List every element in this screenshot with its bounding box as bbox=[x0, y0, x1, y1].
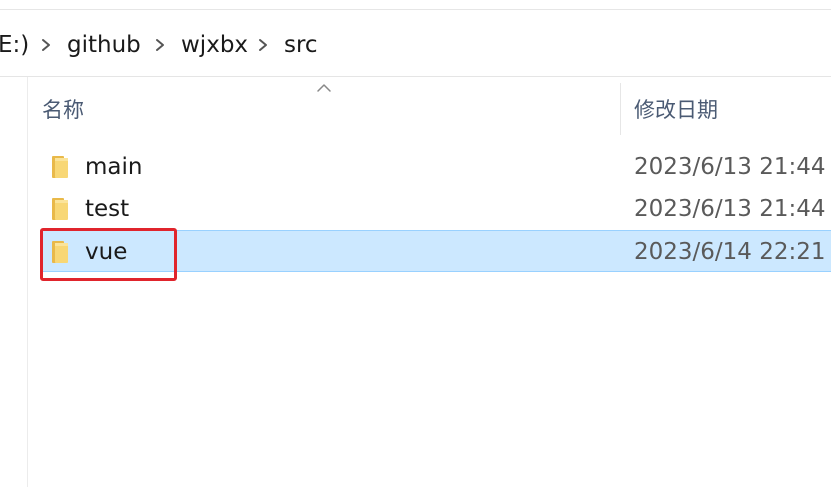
chevron-right-icon[interactable] bbox=[255, 37, 271, 53]
column-header-modified[interactable]: 修改日期 bbox=[634, 96, 718, 124]
top-strip bbox=[0, 0, 831, 10]
chevron-right-icon[interactable] bbox=[38, 37, 54, 53]
breadcrumb-item-drive[interactable]: E:) bbox=[0, 30, 29, 60]
highlight-annotation-box bbox=[40, 228, 177, 281]
breadcrumb-item-src[interactable]: src bbox=[284, 30, 318, 60]
breadcrumb-item-github[interactable]: github bbox=[67, 30, 141, 60]
breadcrumb[interactable]: E:) github wjxbx src bbox=[0, 10, 831, 77]
pane-divider bbox=[27, 77, 28, 487]
column-separator[interactable] bbox=[620, 83, 621, 135]
column-header-name[interactable]: 名称 bbox=[42, 96, 84, 124]
file-explorer-window: E:) github wjxbx src 名称 修改日期 main 2023/6… bbox=[0, 0, 831, 487]
list-item[interactable]: main 2023/6/13 21:44 bbox=[40, 146, 831, 188]
file-name: test bbox=[85, 196, 130, 222]
file-modified-date: 2023/6/13 21:44 bbox=[634, 196, 826, 222]
chevron-right-icon[interactable] bbox=[152, 37, 168, 53]
file-list-pane[interactable]: 名称 修改日期 main 2023/6/13 21:44 test 2023/6… bbox=[0, 77, 831, 487]
folder-icon bbox=[52, 156, 68, 178]
file-modified-date: 2023/6/14 22:21 bbox=[634, 239, 826, 265]
breadcrumb-item-wjxbx[interactable]: wjxbx bbox=[181, 30, 248, 60]
file-name: main bbox=[85, 154, 143, 180]
sort-ascending-icon bbox=[317, 84, 331, 92]
list-item[interactable]: test 2023/6/13 21:44 bbox=[40, 188, 831, 230]
folder-icon bbox=[52, 198, 68, 220]
file-modified-date: 2023/6/13 21:44 bbox=[634, 154, 826, 180]
